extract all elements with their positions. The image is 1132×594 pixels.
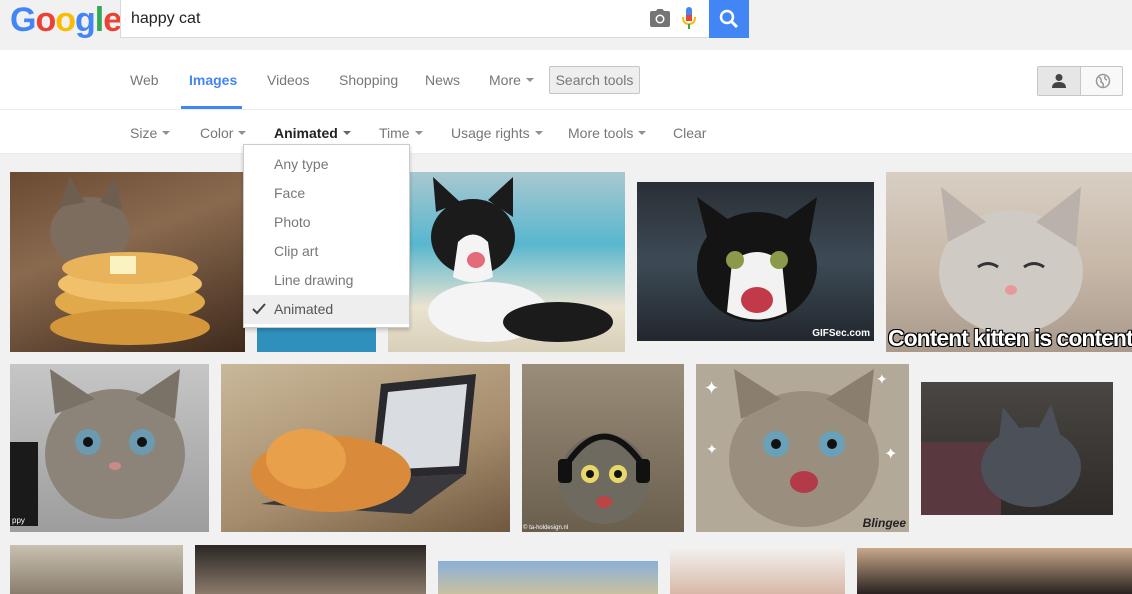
dropdown-item-face[interactable]: Face xyxy=(244,179,409,208)
tool-more-tools[interactable]: More tools xyxy=(568,125,647,141)
chevron-down-icon xyxy=(534,131,543,136)
tool-type-label: Animated xyxy=(274,125,338,141)
result-image[interactable] xyxy=(221,364,510,532)
type-dropdown-menu: Any type Face Photo Clip art Line drawin… xyxy=(243,144,410,328)
microphone-icon[interactable] xyxy=(682,7,696,31)
image-label: ppy xyxy=(12,516,25,525)
active-tab-indicator xyxy=(181,106,242,109)
tool-usage-rights[interactable]: Usage rights xyxy=(451,125,543,141)
result-image[interactable] xyxy=(438,561,658,594)
logo-letter: l xyxy=(94,1,105,39)
result-image[interactable] xyxy=(388,172,625,352)
tool-color[interactable]: Color xyxy=(200,125,247,141)
svg-text:✦: ✦ xyxy=(704,378,719,398)
logo-letter: G xyxy=(10,1,36,39)
result-image[interactable] xyxy=(10,545,183,594)
logo-letter: e xyxy=(103,1,122,39)
search-box xyxy=(120,0,710,38)
cat-pancake-thumbnail xyxy=(50,177,210,345)
search-input[interactable] xyxy=(121,0,631,37)
tab-news[interactable]: News xyxy=(425,72,460,88)
search-tools-bar: Size Color Animated Time Usage rights Mo… xyxy=(0,110,1132,154)
result-image[interactable]: Content kitten is content xyxy=(886,172,1132,352)
search-button[interactable] xyxy=(709,0,749,38)
svg-text:✦: ✦ xyxy=(884,446,897,463)
google-logo[interactable]: Google xyxy=(10,1,122,39)
chevron-down-icon xyxy=(162,131,171,136)
cat-laptop-thumbnail xyxy=(251,374,476,514)
svg-text:✦: ✦ xyxy=(706,441,718,457)
logo-letter: o xyxy=(55,1,76,39)
checkmark-icon xyxy=(252,303,266,315)
globe-icon xyxy=(1095,73,1111,89)
tool-time[interactable]: Time xyxy=(379,125,423,141)
tool-size-label: Size xyxy=(130,125,158,141)
dropdown-item-clip-art[interactable]: Clip art xyxy=(244,237,409,266)
tab-more[interactable]: More xyxy=(489,72,534,88)
dropdown-item-photo[interactable]: Photo xyxy=(244,208,409,237)
result-image[interactable] xyxy=(921,382,1113,515)
dropdown-item-animated[interactable]: Animated xyxy=(244,295,409,324)
dropdown-item-animated-label: Animated xyxy=(274,301,334,317)
result-image[interactable]: ✦ ✦ ✦ ✦ Blingee xyxy=(696,364,909,532)
search-tools-button[interactable]: Search tools xyxy=(549,66,640,94)
image-watermark: © ta-holdesign.nl xyxy=(523,525,569,531)
tabby-kitten-thumbnail xyxy=(45,369,185,519)
result-image[interactable] xyxy=(195,545,426,594)
header: Google xyxy=(0,0,1132,50)
tab-shopping[interactable]: Shopping xyxy=(339,72,398,88)
result-image[interactable]: © ta-holdesign.nl xyxy=(522,364,684,532)
overlay-strip xyxy=(10,442,38,526)
chevron-down-icon xyxy=(525,78,534,83)
image-caption: Content kitten is content xyxy=(888,325,1132,351)
tool-color-label: Color xyxy=(200,125,234,141)
sparkle-kitten-thumbnail: ✦ ✦ ✦ ✦ xyxy=(704,369,897,527)
tool-type[interactable]: Animated xyxy=(274,125,351,141)
personal-results-button[interactable] xyxy=(1038,67,1081,95)
result-image[interactable] xyxy=(857,548,1132,594)
global-results-button[interactable] xyxy=(1081,67,1122,95)
surprised-cat-thumbnail xyxy=(697,197,817,322)
chevron-down-icon xyxy=(638,131,647,136)
tool-time-label: Time xyxy=(379,125,410,141)
logo-letter: o xyxy=(35,1,56,39)
gifsec-watermark: GIFSec.com xyxy=(812,328,870,339)
chevron-down-icon xyxy=(414,131,423,136)
dropdown-item-any-type[interactable]: Any type xyxy=(244,150,409,179)
tool-size[interactable]: Size xyxy=(130,125,171,141)
logo-letter: g xyxy=(75,1,96,39)
dropdown-item-line-drawing[interactable]: Line drawing xyxy=(244,266,409,295)
result-image[interactable] xyxy=(670,545,845,594)
chevron-down-icon xyxy=(238,131,247,136)
tool-usage-rights-label: Usage rights xyxy=(451,125,530,141)
blingee-watermark: Blingee xyxy=(862,516,906,530)
tool-more-tools-label: More tools xyxy=(568,125,634,141)
tab-web[interactable]: Web xyxy=(130,72,159,88)
headphones-cat-thumbnail xyxy=(558,433,650,524)
magnifier-icon xyxy=(719,9,739,29)
tab-videos[interactable]: Videos xyxy=(267,72,310,88)
svg-text:✦: ✦ xyxy=(876,371,888,387)
result-image[interactable]: ppy xyxy=(10,364,209,532)
tab-more-label: More xyxy=(489,72,521,88)
camera-icon[interactable] xyxy=(650,9,670,27)
search-tabs-bar: Web Images Videos Shopping News More Sea… xyxy=(0,50,1132,110)
black-white-cat-thumbnail xyxy=(428,177,613,342)
person-icon xyxy=(1052,74,1066,88)
chevron-down-icon xyxy=(342,131,351,136)
result-image[interactable]: GIFSec.com xyxy=(637,182,874,341)
tool-clear[interactable]: Clear xyxy=(673,125,706,141)
personal-results-toggle xyxy=(1037,66,1123,96)
grey-cat-thumbnail xyxy=(921,404,1081,515)
tab-images[interactable]: Images xyxy=(189,72,237,88)
result-image[interactable] xyxy=(10,172,245,352)
